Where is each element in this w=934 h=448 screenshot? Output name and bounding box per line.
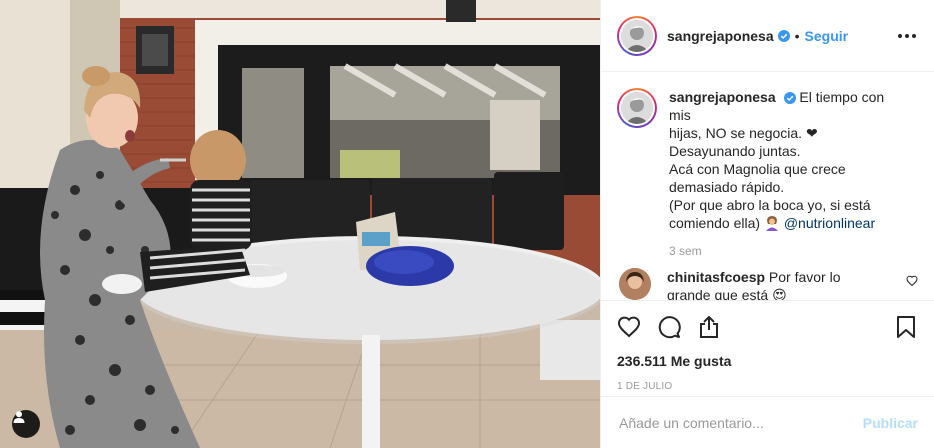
comments-section: sangrejaponesa El tiempo con mis hijas, … (601, 72, 934, 300)
likes-count[interactable]: 236.511 Me gusta (617, 353, 918, 369)
caption-line: Acá con Magnolia que crece (669, 161, 846, 177)
comment-avatar[interactable] (619, 268, 651, 300)
caption-line: comiendo ella) (669, 215, 761, 231)
caption-line: (Por que abro la boca yo, si está (669, 197, 871, 213)
mention-link[interactable]: @nutrionlinear (784, 215, 875, 231)
separator-dot: • (794, 27, 800, 44)
action-icons (617, 311, 918, 343)
caption-username[interactable]: sangrejaponesa (669, 89, 776, 105)
caption-line: hijas, NO se negocia. ❤ (669, 125, 818, 141)
caption-line: demasiado rápido. (669, 179, 785, 195)
add-comment-bar: Publicar (601, 396, 934, 448)
caption-text: sangrejaponesa El tiempo con mis hijas, … (669, 88, 891, 232)
verified-badge-icon (777, 29, 790, 42)
instagram-post: sangrejaponesa • Seguir sangrejaponesa E… (0, 0, 934, 448)
publish-button[interactable]: Publicar (863, 415, 918, 431)
post-side-panel: sangrejaponesa • Seguir sangrejaponesa E… (600, 0, 934, 448)
comment-input[interactable] (617, 413, 863, 432)
user-tag-button[interactable] (12, 410, 40, 438)
share-icon[interactable] (697, 315, 721, 339)
comment-username[interactable]: chinitasfcoesp (667, 269, 765, 285)
verified-badge-icon (783, 92, 796, 104)
caption: sangrejaponesa El tiempo con mis hijas, … (617, 88, 918, 232)
avatar-image (621, 19, 653, 52)
comment-like-icon[interactable] (906, 274, 918, 292)
comment-bubble-icon[interactable] (657, 315, 681, 339)
more-options-icon[interactable] (896, 28, 918, 44)
heart-outline-icon[interactable] (617, 315, 641, 339)
user-tag-icon (13, 411, 25, 423)
post-date[interactable]: 1 DE JULIO (617, 381, 918, 392)
follow-button[interactable]: Seguir (805, 28, 849, 44)
caption-avatar[interactable] (617, 88, 657, 128)
caption-line: Desayunando juntas. (669, 143, 801, 159)
caption-time-ago[interactable]: 3 sem (669, 244, 918, 258)
header-username[interactable]: sangrejaponesa (667, 28, 774, 44)
post-actions: 236.511 Me gusta 1 DE JULIO (601, 300, 934, 392)
woman-gesturing-emoji-icon (764, 215, 780, 231)
heart-eyes-emoji: 😍 (772, 287, 787, 300)
photo-scene (0, 0, 600, 448)
bookmark-icon[interactable] (894, 315, 918, 339)
post-photo[interactable] (0, 0, 600, 448)
avatar[interactable] (617, 15, 657, 56)
comment-item: chinitasfcoesp Por favor lo grande que e… (617, 268, 918, 300)
comment-text: chinitasfcoesp Por favor lo grande que e… (667, 268, 857, 300)
post-header: sangrejaponesa • Seguir (601, 0, 934, 72)
